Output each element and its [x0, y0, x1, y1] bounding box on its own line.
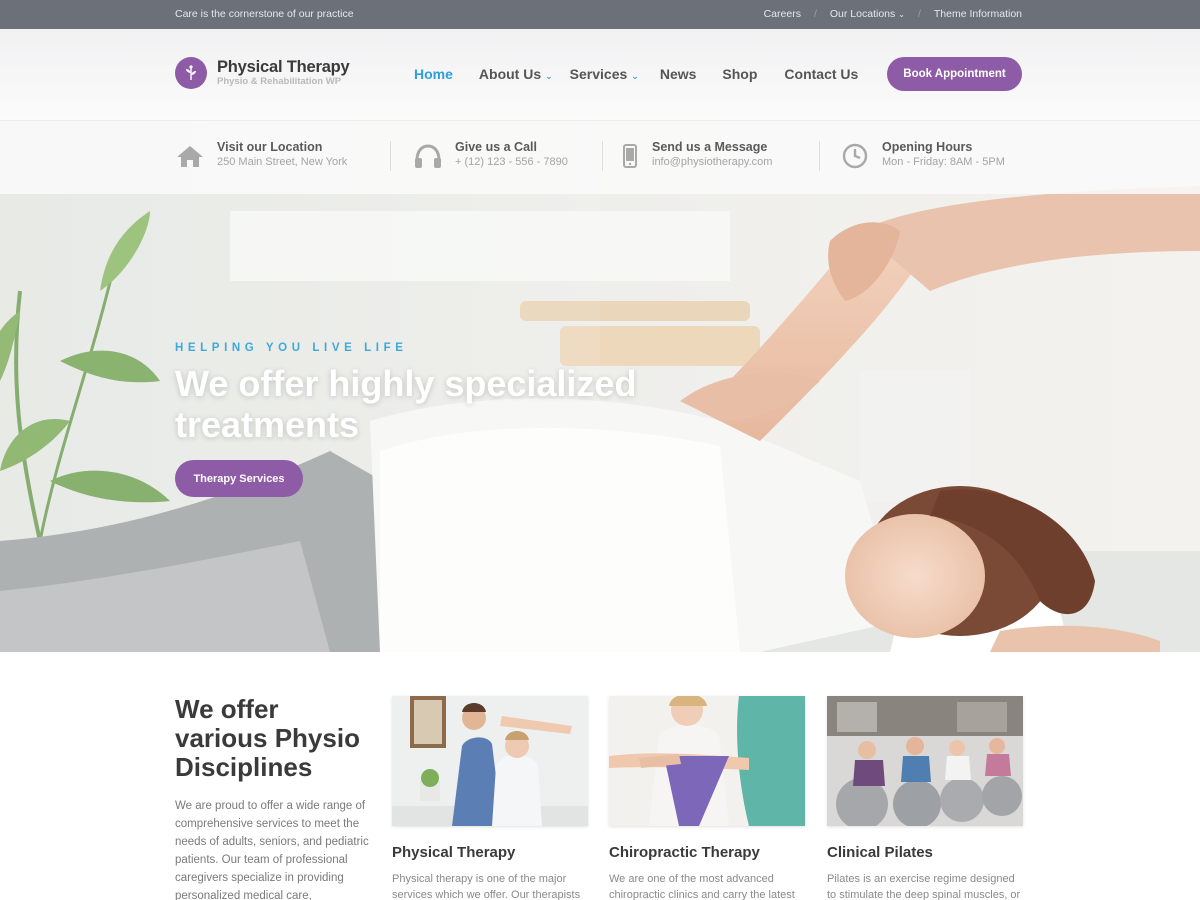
info-call-title: Give us a Call — [455, 140, 537, 154]
info-location: Visit our Location 250 Main Street, New … — [175, 139, 347, 171]
top-links: Careers / Our Locations ⌄ / Theme Informa… — [764, 8, 1022, 20]
service-card-chiropractic-therapy[interactable]: Chiropractic Therapy We are one of the m… — [609, 696, 805, 900]
intro-text: We are proud to offer a wide range of co… — [175, 800, 369, 900]
separator: / — [917, 8, 921, 20]
chiropractic-therapy-image[interactable] — [609, 696, 805, 826]
info-hours: Opening Hours Mon - Friday: 8AM - 5PM — [840, 139, 1005, 171]
tagline: Care is the cornerstone of our practice — [175, 8, 354, 20]
our-locations-link[interactable]: Our Locations ⌄ — [830, 8, 905, 20]
phone-icon — [619, 141, 641, 171]
info-message-detail[interactable]: info@physiotherapy.com — [652, 155, 772, 170]
card-text: Physical therapy is one of the major ser… — [392, 873, 581, 900]
hero-kicker: HELPING YOU LIVE LIFE — [175, 342, 408, 354]
home-icon — [175, 141, 205, 171]
info-message: Send us a Message info@physiotherapy.com — [619, 139, 772, 171]
hero-section: Visit our Location 250 Main Street, New … — [0, 121, 1200, 652]
nav-contact-us[interactable]: Contact Us — [784, 66, 858, 82]
card-title[interactable]: Chiropractic Therapy — [609, 844, 805, 861]
intro-title: We offer various Physio Disciplines — [175, 694, 360, 782]
info-location-detail: 250 Main Street, New York — [217, 156, 348, 168]
info-hours-title: Opening Hours — [882, 140, 973, 154]
info-location-title: Visit our Location — [217, 140, 323, 154]
chevron-down-icon: ⌄ — [545, 71, 553, 81]
site-header: Physical Therapy Physio & Rehabilitation… — [0, 29, 1200, 121]
info-bar: Visit our Location 250 Main Street, New … — [0, 121, 1200, 194]
nav-home[interactable]: Home — [414, 66, 453, 82]
logo[interactable]: Physical Therapy Physio & Rehabilitation… — [175, 57, 350, 89]
card-title[interactable]: Clinical Pilates — [827, 844, 1023, 861]
info-call: Give us a Call + (12) 123 - 556 - 7890 — [413, 139, 568, 171]
nav-services-label: Services — [569, 66, 628, 82]
theme-information-link[interactable]: Theme Information — [934, 8, 1022, 20]
main-nav: Home About Us ⌄ Services ⌄ News Shop Conta… — [414, 66, 858, 82]
service-card-clinical-pilates[interactable]: Clinical Pilates Pilates is an exercise … — [827, 696, 1023, 900]
info-call-detail: + (12) 123 - 556 - 7890 — [455, 156, 568, 168]
headset-icon — [413, 141, 443, 171]
divider — [602, 141, 603, 171]
nav-about-us[interactable]: About Us ⌄ — [479, 66, 553, 82]
divider — [390, 141, 391, 171]
logo-subtitle: Physio & Rehabilitation WP — [217, 76, 342, 87]
nav-about-us-label: About Us — [478, 66, 542, 82]
careers-link[interactable]: Careers — [764, 8, 801, 20]
clock-icon — [840, 141, 870, 171]
service-card-physical-therapy[interactable]: Physical Therapy Physical therapy is one… — [392, 696, 588, 900]
card-text: We are one of the most advanced chiropra… — [609, 873, 795, 900]
chevron-down-icon: ⌄ — [631, 71, 639, 81]
info-message-title: Send us a Message — [652, 140, 768, 154]
hero-title: We offer highly specialized treatments — [175, 363, 637, 445]
book-appointment-button[interactable]: Book Appointment — [887, 57, 1022, 91]
clinical-pilates-image[interactable] — [827, 696, 1023, 826]
card-text: Pilates is an exercise regime designed t… — [827, 873, 1021, 900]
top-bar: Care is the cornerstone of our practice … — [0, 0, 1200, 29]
chevron-down-icon: ⌄ — [898, 10, 905, 19]
our-locations-label: Our Locations — [829, 8, 896, 20]
physical-therapy-image[interactable] — [392, 696, 588, 826]
card-title[interactable]: Physical Therapy — [392, 844, 588, 861]
logo-leaf-icon — [175, 57, 207, 89]
divider — [819, 141, 820, 171]
nav-news[interactable]: News — [660, 66, 697, 82]
therapy-services-button[interactable]: Therapy Services — [175, 460, 303, 497]
info-hours-detail: Mon - Friday: 8AM - 5PM — [882, 156, 1005, 168]
nav-shop[interactable]: Shop — [722, 66, 757, 82]
nav-services[interactable]: Services ⌄ — [570, 66, 639, 82]
separator: / — [813, 8, 817, 20]
logo-name: Physical Therapy — [217, 58, 350, 76]
